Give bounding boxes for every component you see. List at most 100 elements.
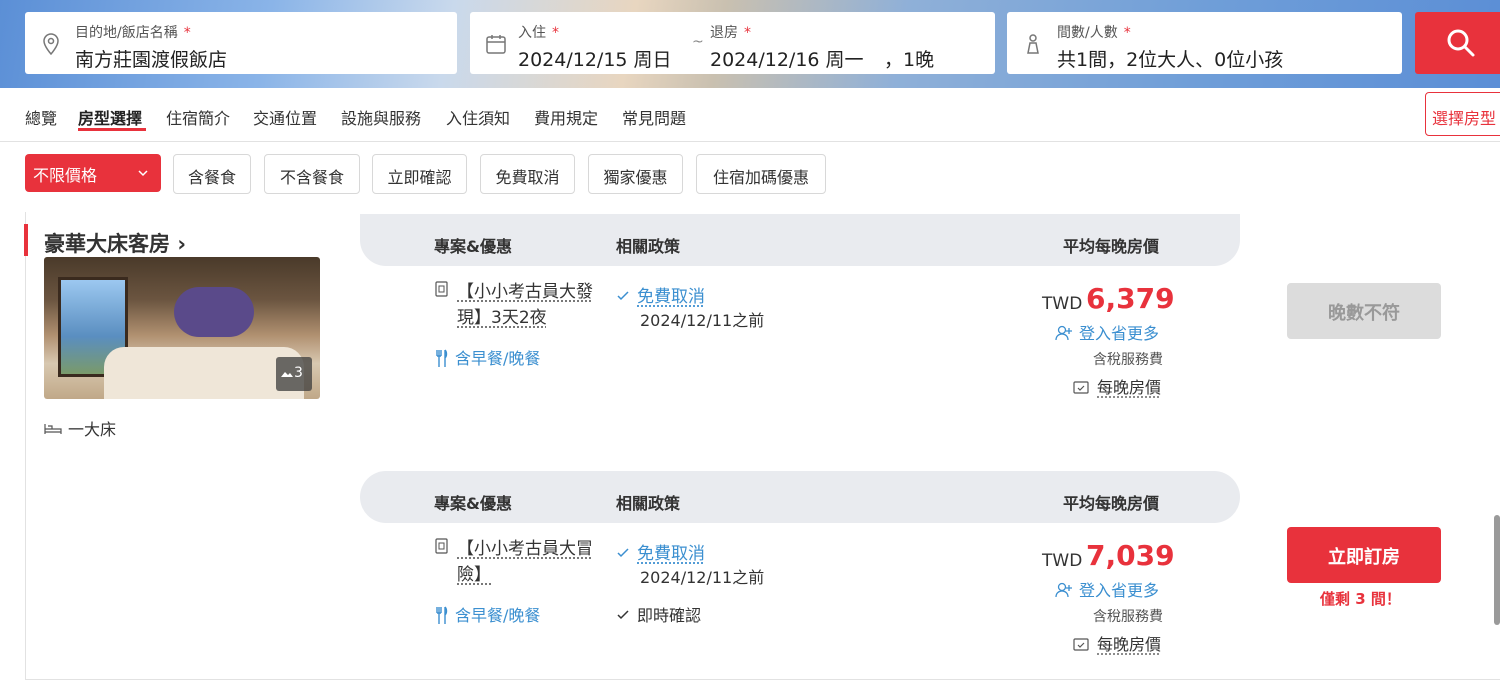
tab-room-types[interactable]: 房型選擇 <box>78 105 142 129</box>
required-mark: * <box>552 25 559 41</box>
login-save-more-link[interactable]: 登入省更多 <box>1055 320 1159 344</box>
nightly-price-text: 每晚房價 <box>1097 378 1162 397</box>
nightly-price-link[interactable]: 每晚房價 <box>1073 374 1161 398</box>
chevron-right-icon: › <box>177 232 186 256</box>
tab-overview[interactable]: 總覽 <box>25 105 57 129</box>
nights-mismatch-button[interactable]: 晚數不符 <box>1287 283 1441 339</box>
nightly-price-link[interactable]: 每晚房價 <box>1073 631 1161 655</box>
guests-value: 共1間，2位大人、0位小孩 <box>1057 49 1284 71</box>
utensils-icon <box>436 606 448 624</box>
tax-included: 含稅服務費 <box>1093 352 1163 368</box>
tab-intro[interactable]: 住宿簡介 <box>166 105 230 129</box>
filter-chip-meals[interactable]: 含餐食 <box>173 154 251 194</box>
wall-art-graphic <box>174 287 254 337</box>
plan-title-link[interactable]: 【小小考古員大冒 險】 <box>457 536 593 588</box>
meal-info: 含早餐/晚餐 <box>435 602 540 626</box>
plan-title-line2: 現】3天2夜 <box>457 308 547 328</box>
search-bar: 目的地/飯店名稱 * 南方莊園渡假飯店 入住 * 2024/12/15 周日 ~ 退… <box>0 0 1500 88</box>
check-icon <box>617 610 629 620</box>
bed-info: 一大床 <box>44 416 116 440</box>
required-mark: * <box>744 25 751 41</box>
calendar-check-icon <box>1073 638 1089 651</box>
bed-graphic <box>104 347 304 399</box>
room-name: 豪華大床客房 <box>44 232 170 256</box>
utensils-icon <box>436 349 448 367</box>
login-text: 登入省更多 <box>1079 324 1160 343</box>
tax-included: 含稅服務費 <box>1093 609 1163 625</box>
location-pin-icon <box>43 33 59 56</box>
room-price: 7,039 <box>1086 539 1175 572</box>
filter-chip-no-meals[interactable]: 不含餐食 <box>264 154 360 194</box>
calendar-check-icon <box>1073 381 1089 394</box>
calendar-icon <box>486 35 506 54</box>
header-price: 平均每晚房價 <box>1063 494 1160 513</box>
guests-label: 間數/人數 <box>1057 25 1118 41</box>
meal-text: 含早餐/晚餐 <box>455 349 541 368</box>
chevron-down-icon <box>138 170 148 177</box>
header-plan: 專案&優惠 <box>434 494 512 513</box>
bed-icon <box>44 424 62 434</box>
plan-table-header: 專案&優惠 相關政策 平均每晚房價 <box>360 471 1240 523</box>
price-filter-value: 不限價格 <box>33 166 98 185</box>
section-nav: 總覽 房型選擇 住宿簡介 交通位置 設施與服務 入住須知 費用規定 常見問題 選… <box>0 88 1500 142</box>
photo-count-badge[interactable]: 3 <box>276 357 312 391</box>
login-text: 登入省更多 <box>1079 581 1160 600</box>
person-icon <box>1027 34 1039 54</box>
checkout-label: 退房 <box>710 25 738 41</box>
choose-room-button[interactable]: 選擇房型 <box>1425 92 1500 136</box>
header-price: 平均每晚房價 <box>1063 237 1160 256</box>
book-now-button[interactable]: 立即訂房 <box>1287 527 1441 583</box>
required-mark: * <box>1123 25 1131 41</box>
tab-fees[interactable]: 費用規定 <box>534 105 598 129</box>
search-icon <box>1447 29 1475 57</box>
free-cancel-text: 免費取消 <box>637 287 705 307</box>
user-plus-icon <box>1055 582 1072 598</box>
active-tab-indicator <box>78 128 146 131</box>
bed-type: 一大床 <box>68 420 117 439</box>
destination-label: 目的地/飯店名稱 <box>75 25 178 41</box>
check-icon <box>617 291 629 301</box>
filter-chip-exclusive[interactable]: 獨家優惠 <box>588 154 683 194</box>
search-button[interactable] <box>1415 12 1500 74</box>
room-price: 6,379 <box>1086 282 1175 315</box>
free-cancel-link[interactable]: 免費取消 <box>617 282 705 307</box>
checkin-value: 2024/12/15 周日 <box>518 49 672 71</box>
user-plus-icon <box>1055 325 1072 341</box>
plan-table-header: 專案&優惠 相關政策 平均每晚房價 <box>360 214 1240 266</box>
destination-value: 南方莊園渡假飯店 <box>75 49 228 71</box>
image-icon <box>281 372 293 377</box>
plan-title-line2: 險】 <box>457 565 491 585</box>
price-filter-select[interactable]: 不限價格 <box>25 154 161 192</box>
currency-label: TWD <box>1042 294 1083 314</box>
scrollbar[interactable] <box>1494 515 1500 625</box>
tab-faq[interactable]: 常見問題 <box>622 105 686 129</box>
plan-title-line1: 【小小考古員大冒 <box>457 539 593 559</box>
filter-chip-stay-bonus[interactable]: 住宿加碼優惠 <box>696 154 826 194</box>
tab-location[interactable]: 交通位置 <box>253 105 317 129</box>
meal-info: 含早餐/晚餐 <box>435 345 540 369</box>
free-cancel-link[interactable]: 免費取消 <box>617 539 705 564</box>
nights-count: ，1晚 <box>884 49 935 71</box>
room-accent-bar <box>24 224 28 256</box>
checkout-value: 2024/12/16 周一 <box>710 49 864 71</box>
cancel-deadline: 2024/12/11之前 <box>640 311 765 330</box>
filter-chip-instant-confirm[interactable]: 立即確認 <box>372 154 467 194</box>
header-policy: 相關政策 <box>616 237 681 256</box>
room-name-link[interactable]: 豪華大床客房 › <box>44 228 186 258</box>
package-icon <box>435 538 448 554</box>
guests-field[interactable]: 間數/人數 * 共1間，2位大人、0位小孩 <box>1007 12 1402 74</box>
destination-field[interactable]: 目的地/飯店名稱 * 南方莊園渡假飯店 <box>25 12 457 74</box>
login-save-more-link[interactable]: 登入省更多 <box>1055 577 1159 601</box>
nightly-price-text: 每晚房價 <box>1097 635 1162 654</box>
date-separator: ~ <box>692 34 704 50</box>
date-field[interactable]: 入住 * 2024/12/15 周日 ~ 退房 * 2024/12/16 周一 ，1… <box>470 12 995 74</box>
filter-chip-free-cancel[interactable]: 免費取消 <box>480 154 575 194</box>
tab-facilities[interactable]: 設施與服務 <box>341 105 421 129</box>
tab-checkin-notes[interactable]: 入住須知 <box>446 105 510 129</box>
check-icon <box>617 548 629 558</box>
photo-count: 3 <box>294 365 303 381</box>
rooms-remaining: 僅剩 3 間！ <box>1320 590 1401 608</box>
package-icon <box>435 281 448 297</box>
plan-title-link[interactable]: 【小小考古員大發 現】3天2夜 <box>457 279 593 331</box>
required-mark: * <box>183 25 191 41</box>
